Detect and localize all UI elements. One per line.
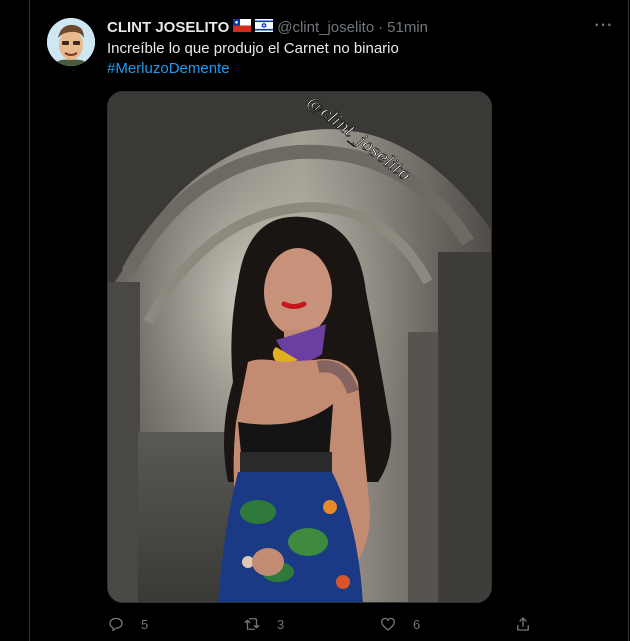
chile-flag-icon xyxy=(233,18,252,36)
author-handle[interactable]: @clint_joselito xyxy=(277,19,374,36)
share-icon xyxy=(517,617,529,631)
retweet-button[interactable]: 3 xyxy=(243,612,284,636)
retweet-count: 3 xyxy=(277,616,285,632)
tweet-actions: 5 3 6 xyxy=(107,612,547,636)
reply-button[interactable]: 5 xyxy=(107,612,148,636)
hashtag-link[interactable]: #MerluzoDemente xyxy=(107,59,587,79)
separator-dot: · xyxy=(378,18,384,36)
tweet-body: Increíble lo que produjo el Carnet no bi… xyxy=(107,40,399,57)
avatar[interactable] xyxy=(47,18,95,66)
like-button[interactable]: 6 xyxy=(379,612,420,636)
reply-count: 5 xyxy=(141,616,149,632)
avatar-caricature xyxy=(47,18,95,66)
reply-icon xyxy=(109,617,123,632)
tweet-header: CLINT JOSELITO @clint_joselito · 51min xyxy=(107,17,428,37)
heart-icon xyxy=(380,617,396,631)
like-count: 6 xyxy=(413,616,421,632)
tweet-media-photo[interactable]: @clint_joselito xyxy=(107,91,492,603)
author-name[interactable]: CLINT JOSELITO xyxy=(107,19,229,36)
share-button[interactable] xyxy=(514,612,548,636)
tweet-timestamp[interactable]: 51min xyxy=(387,19,428,36)
tweet-text: Increíble lo que produjo el Carnet no bi… xyxy=(107,39,587,79)
retweet-icon xyxy=(244,618,260,630)
israel-flag-icon xyxy=(255,18,274,36)
more-options-icon[interactable]: ··· xyxy=(592,16,616,36)
